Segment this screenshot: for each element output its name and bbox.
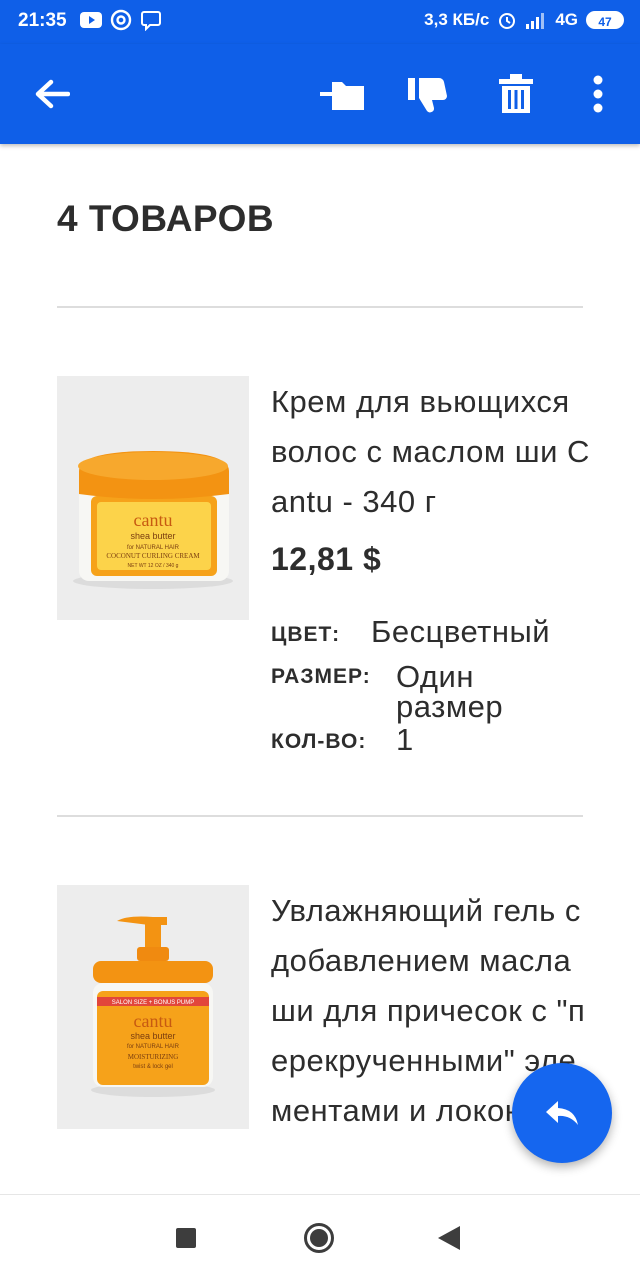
notification-icons (80, 9, 162, 31)
size-label: РАЗМЕР: (271, 665, 371, 688)
svg-text:for NATURAL HAIR: for NATURAL HAIR (127, 1044, 180, 1050)
size-value-line2: размер (396, 689, 504, 724)
product-image[interactable]: SALON SIZE + BONUS PUMP cantu shea butte… (57, 885, 249, 1129)
product-name[interactable]: Крем для вьющихся волос с маслом ши Cant… (271, 377, 591, 527)
home-circle-icon[interactable] (303, 1222, 335, 1254)
svg-text:COCONUT CURLING CREAM: COCONUT CURLING CREAM (106, 552, 200, 560)
network-type: 4G (555, 10, 578, 29)
more-vert-icon (593, 75, 603, 113)
system-nav-bar (0, 1194, 640, 1281)
status-bar: 21:35 3,3 КБ/с 4G 47 (0, 0, 640, 44)
svg-text:cantu: cantu (134, 510, 173, 530)
color-label: ЦВЕТ: (271, 623, 341, 646)
cream-jar-image: cantu shea butter for NATURAL HAIR COCON… (57, 376, 249, 620)
product-price: 12,81 $ (271, 541, 382, 577)
reply-icon (546, 1101, 578, 1125)
quantity-value: 1 (396, 722, 414, 757)
svg-text:MOISTURIZING: MOISTURIZING (128, 1053, 179, 1061)
size-value-line1: Один (396, 659, 474, 694)
at-sign-icon (110, 9, 132, 31)
color-value: Бесцветный (371, 614, 551, 649)
back-triangle-icon[interactable] (438, 1226, 460, 1250)
move-to-folder-button[interactable] (314, 66, 370, 122)
app-toolbar (0, 44, 640, 144)
network-speed: 3,3 КБ/с (424, 10, 490, 29)
svg-text:for NATURAL HAIR: for NATURAL HAIR (127, 545, 180, 551)
thumbs-down-icon (408, 77, 447, 113)
svg-text:shea butter: shea butter (130, 531, 175, 541)
trash-icon (499, 74, 533, 113)
reply-fab[interactable] (512, 1063, 612, 1163)
status-time: 21:35 (18, 10, 67, 31)
recents-square-icon[interactable] (176, 1228, 196, 1248)
size-value: Один размер (396, 659, 504, 724)
product-image[interactable]: cantu shea butter for NATURAL HAIR COCON… (57, 376, 249, 620)
dislike-button[interactable] (400, 66, 456, 122)
svg-text:NET WT 12 OZ / 340 g: NET WT 12 OZ / 340 g (128, 563, 179, 569)
svg-text:cantu: cantu (134, 1011, 173, 1031)
delete-button[interactable] (488, 66, 544, 122)
alarm-icon (499, 13, 516, 29)
move-to-folder-icon (320, 82, 364, 110)
divider (57, 815, 583, 817)
quantity-label: КОЛ-ВО: (271, 730, 367, 753)
svg-text:twist & lock gel: twist & lock gel (133, 1064, 173, 1070)
status-right: 3,3 КБ/с 4G 47 (424, 10, 624, 30)
divider (57, 306, 583, 308)
back-arrow-icon (35, 79, 70, 109)
youtube-icon (80, 12, 102, 28)
gel-jar-image: SALON SIZE + BONUS PUMP cantu shea butte… (57, 885, 249, 1129)
svg-text:shea butter: shea butter (130, 1031, 175, 1041)
items-count-title: 4 ТОВАРОВ (57, 198, 275, 239)
signal-icon (526, 13, 545, 29)
battery-icon: 47 (586, 11, 624, 29)
viber-icon (141, 11, 161, 31)
back-button[interactable] (24, 66, 80, 122)
more-options-button[interactable] (570, 66, 626, 122)
svg-text:SALON SIZE + BONUS PUMP: SALON SIZE + BONUS PUMP (112, 1000, 195, 1006)
